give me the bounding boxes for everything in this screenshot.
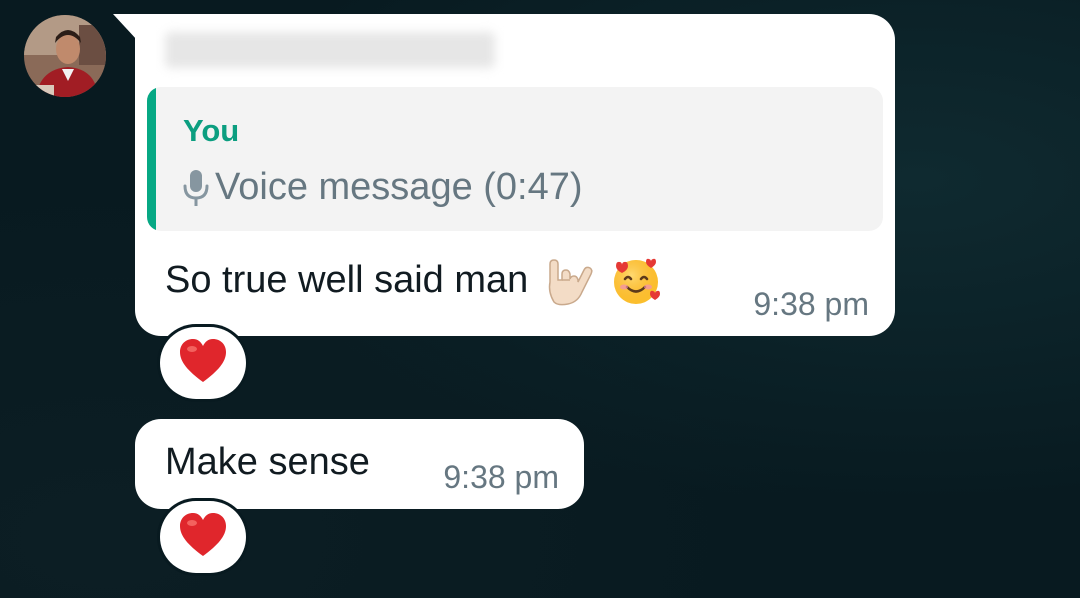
quote-preview: Voice message (0:47) [179,163,583,211]
microphone-icon [179,166,213,208]
red-heart-emoji [178,512,228,563]
message-bubble[interactable]: Make sense 9:38 pm [135,419,584,509]
message-timestamp: 9:38 pm [753,286,869,322]
message-bubble[interactable]: You Voice message (0:47) So true well sa… [135,14,895,336]
sender-name-redacted [165,32,495,68]
red-heart-emoji [178,338,228,389]
message-text: So true well said man [165,252,664,308]
smiling-face-with-hearts-emoji [608,252,664,308]
sender-avatar[interactable] [24,15,106,97]
quote-accent-bar [147,87,156,231]
message-text: Make sense [165,441,370,483]
quoted-reply[interactable]: You Voice message (0:47) [147,87,883,231]
reaction-badge[interactable] [160,501,246,573]
quote-author: You [183,113,240,148]
quote-preview-text: Voice message (0:47) [215,166,583,208]
avatar-photo [24,15,106,97]
message-timestamp: 9:38 pm [443,459,559,495]
bubble-tail [113,14,137,40]
message-text-content: So true well said man [165,259,529,301]
love-you-gesture-emoji [540,252,596,308]
reaction-badge[interactable] [160,327,246,399]
